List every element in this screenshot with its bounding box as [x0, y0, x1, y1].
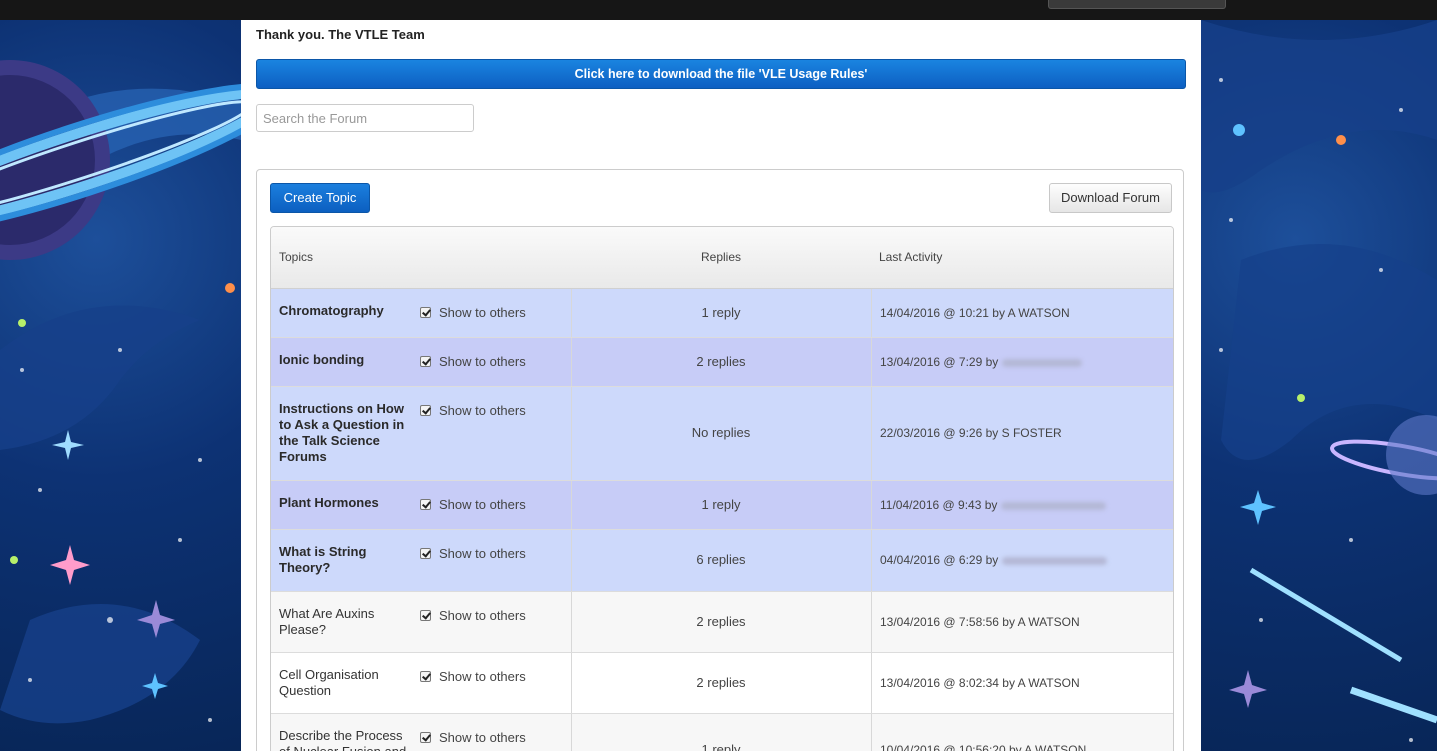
- checkbox-checked-icon[interactable]: [420, 671, 431, 682]
- reply-count: 2 replies: [696, 354, 746, 369]
- topic-link[interactable]: Plant Hormones: [279, 495, 411, 511]
- reply-count: 6 replies: [696, 552, 746, 567]
- topic-link[interactable]: Chromatography: [279, 303, 411, 319]
- show-to-others-toggle[interactable]: Show to others: [420, 305, 526, 320]
- search-forum-input[interactable]: [256, 104, 474, 132]
- topic-link[interactable]: Describe the Process of Nuclear Fusion a…: [279, 728, 411, 751]
- last-activity: 13/04/2016 @ 8:02:34 by A WATSON: [880, 676, 1080, 690]
- topic-link[interactable]: Cell Organisation Question: [279, 667, 411, 699]
- top-dropdown[interactable]: [1048, 0, 1226, 9]
- checkbox-checked-icon[interactable]: [420, 307, 431, 318]
- reply-count: 1 reply: [701, 497, 741, 512]
- show-to-others-toggle[interactable]: Show to others: [420, 497, 526, 512]
- checkbox-checked-icon[interactable]: [420, 548, 431, 559]
- show-label: Show to others: [439, 403, 526, 418]
- redacted-name: [1002, 556, 1108, 565]
- browser-top-bar: [0, 0, 1437, 20]
- forum-panel: Thank you. The VTLE Team Click here to d…: [241, 20, 1201, 751]
- reply-count: No replies: [691, 425, 751, 440]
- topic-link[interactable]: Instructions on How to Ask a Question in…: [279, 401, 411, 465]
- table-row[interactable]: Chromatography Show to others 1 reply 14…: [271, 289, 1173, 338]
- header-topics[interactable]: Topics: [279, 250, 313, 264]
- table-row[interactable]: Describe the Process of Nuclear Fusion a…: [271, 714, 1173, 751]
- last-activity: 04/04/2016 @ 6:29 by: [880, 553, 1108, 567]
- redacted-name: [1001, 501, 1107, 510]
- table-row[interactable]: What Are Auxins Please? Show to others 2…: [271, 592, 1173, 653]
- show-label: Show to others: [439, 497, 526, 512]
- show-label: Show to others: [439, 608, 526, 623]
- topic-link[interactable]: What Are Auxins Please?: [279, 606, 411, 638]
- space-background-right: [1201, 20, 1437, 751]
- last-activity: 13/04/2016 @ 7:29 by: [880, 355, 1083, 369]
- table-row[interactable]: What is String Theory? Show to others 6 …: [271, 530, 1173, 592]
- space-background-left: [0, 20, 241, 751]
- last-activity: 22/03/2016 @ 9:26 by S FOSTER: [880, 426, 1062, 440]
- last-activity: 13/04/2016 @ 7:58:56 by A WATSON: [880, 615, 1080, 629]
- thanks-note: Thank you. The VTLE Team: [256, 27, 425, 42]
- show-to-others-toggle[interactable]: Show to others: [420, 546, 526, 561]
- last-activity: 14/04/2016 @ 10:21 by A WATSON: [880, 306, 1070, 320]
- topics-table: Topics Replies Last Activity Chromatogra…: [270, 226, 1174, 751]
- redacted-name: [1002, 358, 1083, 367]
- topic-link[interactable]: What is String Theory?: [279, 544, 411, 576]
- topic-link[interactable]: Ionic bonding: [279, 352, 411, 368]
- show-to-others-toggle[interactable]: Show to others: [420, 669, 526, 684]
- header-last-activity[interactable]: Last Activity: [879, 250, 942, 264]
- table-row[interactable]: Instructions on How to Ask a Question in…: [271, 387, 1173, 481]
- checkbox-checked-icon[interactable]: [420, 499, 431, 510]
- last-activity: 11/04/2016 @ 9:43 by: [880, 498, 1107, 512]
- show-to-others-toggle[interactable]: Show to others: [420, 354, 526, 369]
- show-label: Show to others: [439, 546, 526, 561]
- table-header: Topics Replies Last Activity: [271, 227, 1173, 289]
- show-to-others-toggle[interactable]: Show to others: [420, 608, 526, 623]
- table-row[interactable]: Ionic bonding Show to others 2 replies 1…: [271, 338, 1173, 387]
- show-label: Show to others: [439, 354, 526, 369]
- checkbox-checked-icon[interactable]: [420, 405, 431, 416]
- reply-count: 2 replies: [696, 614, 746, 629]
- show-label: Show to others: [439, 730, 526, 745]
- download-forum-button[interactable]: Download Forum: [1049, 183, 1172, 213]
- show-label: Show to others: [439, 305, 526, 320]
- checkbox-checked-icon[interactable]: [420, 356, 431, 367]
- forum-topics-box: Create Topic Download Forum Topics Repli…: [256, 169, 1184, 751]
- checkbox-checked-icon[interactable]: [420, 610, 431, 621]
- reply-count: 1 reply: [701, 305, 741, 320]
- table-row[interactable]: Plant Hormones Show to others 1 reply 11…: [271, 481, 1173, 530]
- reply-count: 2 replies: [696, 675, 746, 690]
- create-topic-button[interactable]: Create Topic: [270, 183, 370, 213]
- show-label: Show to others: [439, 669, 526, 684]
- show-to-others-toggle[interactable]: Show to others: [420, 730, 526, 745]
- activity-text: 11/04/2016 @ 9:43 by: [880, 498, 998, 512]
- activity-text: 04/04/2016 @ 6:29 by: [880, 553, 999, 567]
- reply-count: 1 reply: [701, 742, 741, 751]
- activity-text: 13/04/2016 @ 7:29 by: [880, 355, 999, 369]
- table-row[interactable]: Cell Organisation Question Show to other…: [271, 653, 1173, 714]
- last-activity: 10/04/2016 @ 10:56:20 by A WATSON: [880, 743, 1087, 751]
- download-usage-rules-button[interactable]: Click here to download the file 'VLE Usa…: [256, 59, 1186, 89]
- checkbox-checked-icon[interactable]: [420, 732, 431, 743]
- header-replies[interactable]: Replies: [571, 250, 871, 264]
- show-to-others-toggle[interactable]: Show to others: [420, 403, 526, 418]
